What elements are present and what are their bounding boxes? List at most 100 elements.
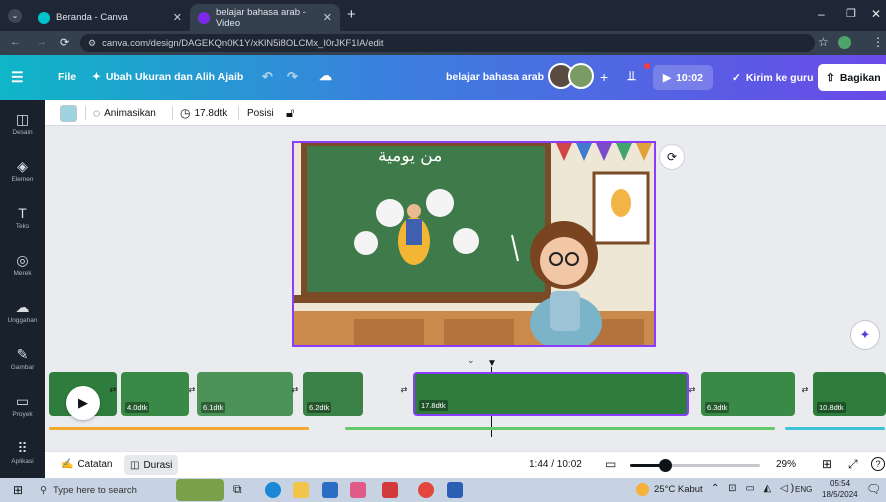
collapse-timeline-icon[interactable]: ⌄ [467, 355, 475, 366]
present-view-icon[interactable]: ▭ [605, 457, 616, 471]
audio-track[interactable] [785, 427, 885, 430]
timeline-clip[interactable]: 6.1dtk [197, 372, 293, 416]
language-indicator[interactable]: ENG [795, 485, 812, 494]
transition-icon[interactable]: ⇄ [686, 385, 698, 403]
close-tab-icon[interactable]: ✕ [323, 11, 332, 24]
sidebar-item-proyek[interactable]: ▭ Proyek [0, 382, 45, 429]
sidebar-item-aplikasi[interactable]: ⠿ Aplikasi [0, 429, 45, 476]
background-color-swatch[interactable] [60, 100, 77, 126]
clock-time[interactable]: 05:54 [830, 479, 850, 488]
bookmark-star-icon[interactable]: ☆ [818, 35, 829, 49]
sidebar-item-unggahan[interactable]: ☁ Unggahan [0, 288, 45, 335]
timeline-clip[interactable]: 10.8dtk [813, 372, 886, 416]
avatar[interactable] [568, 63, 594, 89]
maximize-icon[interactable]: ❐ [846, 7, 856, 20]
help-icon[interactable]: ? [871, 457, 885, 471]
position-button[interactable]: Posisi [247, 100, 274, 126]
add-collaborator-icon[interactable]: + [600, 69, 608, 85]
divider [238, 106, 239, 120]
timeline: ⌄ ▼ ▶ ⇄ 4.0dtk ⇄ 6.1dtk ⇄ 6.2dtk ⇄ 17.8d… [45, 355, 886, 451]
taskbar-search[interactable]: ⚲ Type here to search [32, 480, 172, 500]
send-to-teacher-button[interactable]: ✓ Kirim ke guru [724, 65, 822, 90]
redo-icon[interactable]: ↷ [287, 69, 298, 85]
sidebar-item-teks[interactable]: T Teks [0, 194, 45, 241]
timeline-clip-selected[interactable]: 17.8dtk [413, 372, 689, 416]
new-tab-icon[interactable]: + [347, 6, 356, 23]
play-button[interactable]: ▶ 10:02 [653, 65, 713, 90]
resize-button[interactable]: ✦ Ubah Ukuran dan Alih Ajaib [92, 71, 243, 83]
edge-icon[interactable] [265, 482, 281, 498]
undo-icon[interactable]: ↶ [262, 69, 273, 85]
browser-menu-icon[interactable]: ⋮ [872, 35, 884, 49]
file-explorer-icon[interactable] [293, 482, 309, 498]
extension-icon[interactable] [838, 36, 851, 49]
forward-icon[interactable]: → [36, 36, 47, 48]
tab-menu-icon[interactable]: ⌄ [8, 9, 22, 23]
zoom-percent[interactable]: 29% [776, 459, 796, 470]
sidebar-item-merek[interactable]: ◎ Merek [0, 241, 45, 288]
duration-button[interactable]: ◷ 17.8dtk [180, 100, 227, 126]
weather-text[interactable]: 25°C Kabut [654, 484, 703, 495]
zoom-slider-thumb[interactable] [659, 459, 672, 472]
refresh-design-icon[interactable]: ⟳ [659, 144, 685, 170]
windows-start-icon[interactable]: ⊞ [13, 483, 23, 497]
zoom-slider[interactable] [630, 459, 760, 472]
magic-assistant-icon[interactable]: ✦ [850, 320, 880, 350]
tab-video[interactable]: belajar bahasa arab - Video ✕ [190, 4, 340, 31]
mail-icon[interactable] [322, 482, 338, 498]
document-title[interactable]: belajar bahasa arab [446, 71, 544, 83]
reload-icon[interactable]: ⟳ [60, 36, 69, 49]
clock-date[interactable]: 18/5/2024 [822, 490, 858, 499]
duration-toggle[interactable]: ◫ Durasi [124, 455, 179, 475]
pdf-reader-icon[interactable] [382, 482, 398, 498]
collaborator-avatars[interactable]: + [548, 63, 628, 91]
taskbar-flower-image[interactable] [176, 479, 224, 501]
transition-icon[interactable]: ⇄ [398, 385, 410, 403]
left-sidebar: ◫ Desain ◈ Elemen T Teks ◎ Merek ☁ Unggahan ✎… [0, 100, 45, 478]
transition-icon[interactable]: ⇄ [289, 385, 301, 403]
slide-arabic-title[interactable]: من يومية [378, 146, 442, 166]
sidebar-item-desain[interactable]: ◫ Desain [0, 100, 45, 147]
transition-icon[interactable]: ⇄ [107, 385, 119, 403]
url-field[interactable]: ⚙ canva.com/design/DAGEKQn0K1Y/xKlN5i8OL… [80, 34, 815, 52]
chrome-icon[interactable] [418, 482, 434, 498]
slide-canvas[interactable]: من يومية [292, 141, 656, 347]
lock-icon[interactable]: 🔓︎ [286, 100, 294, 126]
timeline-play-button[interactable]: ▶ [66, 386, 100, 420]
transition-icon[interactable]: ⇄ [799, 385, 811, 403]
upload-icon: ☁ [15, 298, 30, 315]
notes-button[interactable]: ✍ Catatan [61, 459, 112, 470]
minimize-icon[interactable]: – [818, 7, 825, 21]
audio-track[interactable] [49, 427, 309, 430]
notifications-icon[interactable]: 🗨︎ [866, 482, 881, 496]
apps-icon: ⠿ [17, 439, 28, 456]
close-window-icon[interactable]: ✕ [871, 7, 881, 21]
main-menu-icon[interactable]: ☰ [11, 69, 24, 86]
task-view-icon[interactable]: ⧉ [233, 482, 242, 497]
sidebar-item-label: Elemen [11, 175, 34, 183]
word-icon[interactable] [447, 482, 463, 498]
grid-view-icon[interactable]: ⊞ [822, 457, 832, 471]
share-button[interactable]: ⇧ Bagikan [818, 64, 886, 91]
file-menu[interactable]: File [58, 71, 76, 83]
fullscreen-icon[interactable]: ⤢ [848, 457, 858, 472]
sidebar-item-gambar[interactable]: ✎ Gambar [0, 335, 45, 382]
analytics-icon[interactable]: ⫫ [628, 68, 635, 84]
timeline-clip[interactable]: 4.0dtk [121, 372, 189, 416]
weather-sun-icon[interactable] [636, 483, 649, 496]
timer-icon: ◫ [130, 459, 140, 471]
timeline-clip[interactable]: 6.3dtk [701, 372, 795, 416]
animate-button[interactable]: ◌ Animasikan [93, 100, 156, 126]
back-icon[interactable]: ← [10, 36, 21, 48]
tray-icons[interactable]: ⌃ ⊡ ▭ ◭ ◁) [711, 483, 797, 494]
site-info-icon[interactable]: ⚙ [88, 38, 96, 49]
store-icon[interactable] [350, 482, 366, 498]
sidebar-item-elemen[interactable]: ◈ Elemen [0, 147, 45, 194]
sidebar-item-label: Teks [15, 222, 30, 230]
timeline-clip[interactable]: 6.2dtk [303, 372, 363, 416]
close-tab-icon[interactable]: ✕ [173, 11, 182, 24]
cloud-save-icon[interactable]: ☁ [319, 68, 332, 84]
sidebar-item-label: Aplikasi [11, 457, 34, 465]
audio-track[interactable] [345, 427, 775, 430]
tab-beranda[interactable]: Beranda - Canva ✕ [30, 4, 190, 31]
